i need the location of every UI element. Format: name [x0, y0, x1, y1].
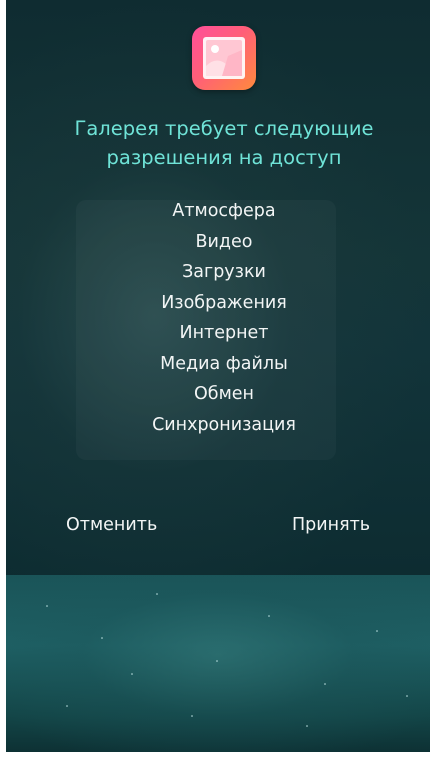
permission-item: Изображения [161, 292, 287, 313]
dialog-title: Галерея требует следующие разрешения на … [74, 117, 374, 169]
accept-button[interactable]: Принять [290, 511, 372, 539]
permission-item: Обмен [194, 384, 254, 404]
star-dot [306, 725, 308, 727]
star-dot [101, 637, 103, 639]
wallpaper-background [6, 575, 430, 752]
star-dot [46, 605, 48, 607]
permission-dialog: Галерея требует следующие разрешения на … [6, 0, 430, 575]
permission-item: Интернет [179, 323, 269, 343]
permission-item: Загрузки [182, 262, 266, 282]
permission-item: Синхронизация [152, 414, 296, 435]
star-dot [406, 695, 408, 697]
star-dot [376, 630, 378, 632]
star-dot [156, 593, 158, 595]
star-dot [131, 673, 133, 675]
permission-item: Атмосфера [172, 201, 276, 221]
permission-item: Медиа файлы [160, 353, 288, 374]
cancel-button[interactable]: Отменить [64, 511, 159, 539]
permission-list: Атмосфера Видео Загрузки Изображения Инт… [6, 196, 430, 440]
star-dot [268, 615, 270, 617]
permission-item: Видео [195, 231, 253, 252]
star-dot [66, 705, 68, 707]
gallery-icon [192, 26, 256, 90]
star-dot [191, 715, 193, 717]
star-dot [216, 660, 218, 662]
screen: Галерея требует следующие разрешения на … [6, 0, 430, 752]
star-dot [324, 683, 326, 685]
